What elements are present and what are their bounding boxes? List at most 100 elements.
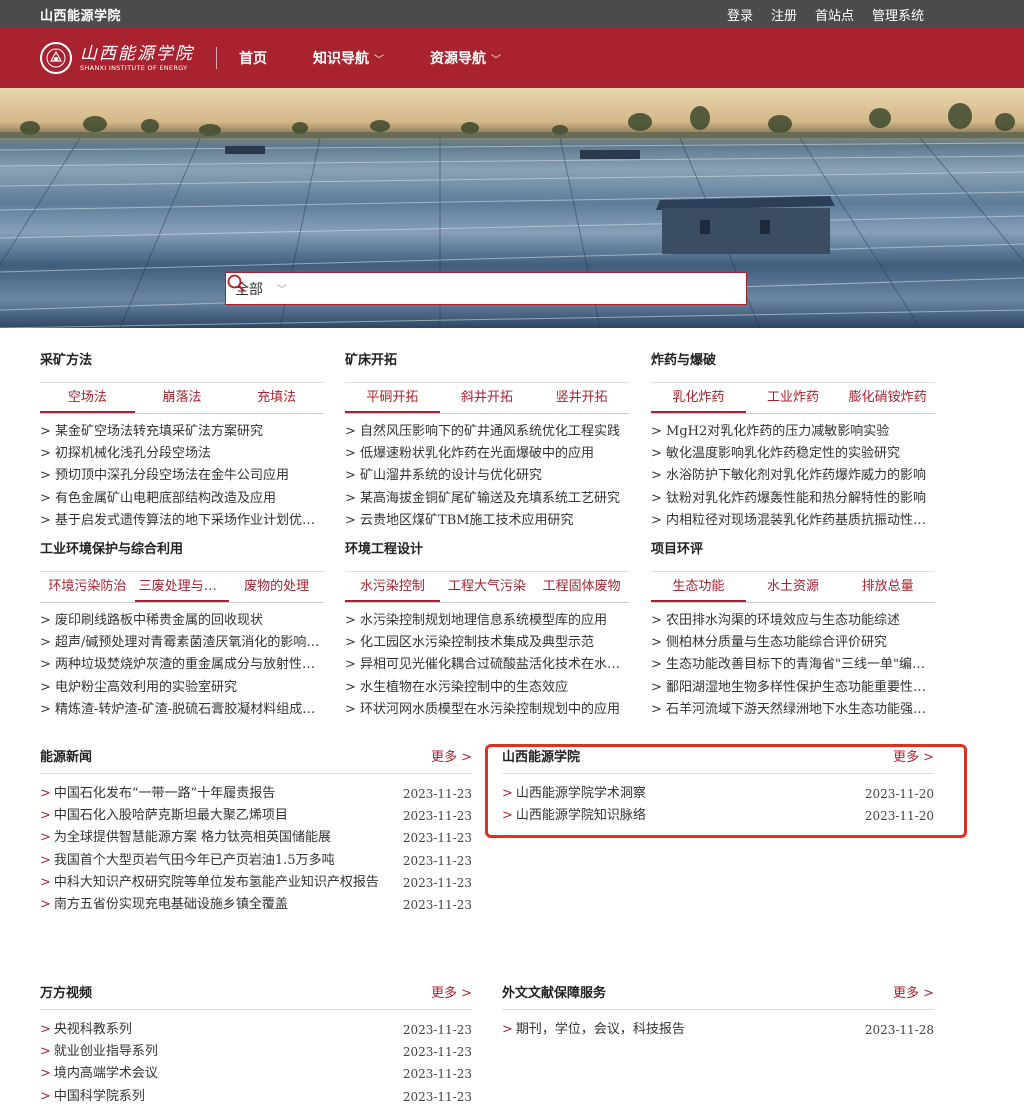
list-item[interactable]: > 精炼渣-转炉渣-矿渣-脱硫石膏胶凝材料组成设计研究 — [40, 699, 324, 721]
list-item[interactable]: > 生态功能改善目标下的青海省"三线一单"编制研究 — [651, 654, 935, 676]
more-link[interactable]: 更多 > — [893, 746, 934, 765]
news-row[interactable]: > 中科大知识产权研究院等单位发布氢能产业知识产权报告 2023-11-23 — [40, 872, 472, 894]
category-tab[interactable]: 崩落法 — [135, 383, 230, 413]
category-list: > 水污染控制规划地理信息系统模型库的应用 > 化工园区水污染控制技术集成及典型示… — [345, 610, 629, 721]
category-tab[interactable]: 水污染控制 — [345, 572, 440, 602]
logo-emblem-icon — [40, 42, 72, 74]
more-link[interactable]: 更多 > — [893, 982, 934, 1001]
nav-knowledge[interactable]: 知识导航 ﹀ — [313, 48, 384, 68]
chevron-right-icon: > — [502, 808, 513, 824]
list-item[interactable]: > 农田排水沟渠的环境效应与生态功能综述 — [651, 610, 935, 632]
category-tab[interactable]: 生态功能 — [651, 572, 746, 602]
news-date: 2023-11-23 — [402, 787, 472, 801]
search-icon[interactable] — [227, 273, 746, 305]
news-row[interactable]: > 南方五省份实现充电基础设施乡镇全覆盖 2023-11-23 — [40, 894, 472, 916]
list-item[interactable]: > 钛粉对乳化炸药爆轰性能和热分解特性的影响 — [651, 488, 935, 510]
news-title: 就业创业指导系列 — [53, 1044, 158, 1060]
list-item[interactable]: > 鄱阳湖湿地生物多样性保护生态功能重要性评价 — [651, 677, 935, 699]
category-tab[interactable]: 斜井开拓 — [440, 383, 535, 413]
news-title: 中国石化发布“一带一路”十年履责报告 — [53, 786, 276, 801]
category-block: 项目环评生态功能 水土资源 排放总量 > 农田排水沟渠的环境效应与生态功能综述 > 侧柏… — [651, 539, 935, 721]
news-title: 南方五省份实现充电基础设施乡镇全覆盖 — [53, 896, 288, 912]
list-item[interactable]: > 侧柏林分质量与生态功能综合评价研究 — [651, 632, 935, 654]
list-item[interactable]: > 某金矿空场法转充填采矿法方案研究 — [40, 421, 324, 443]
news-row[interactable]: > 为全球提供智慧能源方案 格力钛亮相英国储能展 2023-11-23 — [40, 827, 472, 849]
more-link[interactable]: 更多 > — [431, 982, 472, 1001]
list-item[interactable]: > 低爆速粉状乳化炸药在光面爆破中的应用 — [345, 443, 629, 465]
news-date: 2023-11-20 — [864, 787, 934, 801]
news-row[interactable]: > 期刊，学位，会议，科技报告 2023-11-28 — [502, 1019, 934, 1041]
list-item[interactable]: > 初探机械化浅孔分段空场法 — [40, 443, 324, 465]
news-row[interactable]: > 中国石化入股哈萨克斯坦最大聚乙烯项目 2023-11-23 — [40, 805, 472, 827]
search-input[interactable] — [296, 273, 714, 304]
category-tab[interactable]: 排放总量 — [840, 572, 935, 602]
list-item[interactable]: > 水生植物在水污染控制中的生态效应 — [345, 677, 629, 699]
register-link[interactable]: 注册 — [771, 5, 797, 24]
news-row[interactable]: > 山西能源学院学术洞察 2023-11-20 — [502, 783, 934, 805]
more-link[interactable]: 更多 > — [431, 746, 472, 765]
news-date: 2023-11-23 — [402, 1023, 472, 1037]
category-tab[interactable]: 环境污染防治 — [40, 572, 135, 602]
list-item[interactable]: > 石羊河流域下游天然绿洲地下水生态功能强弱研究 — [651, 699, 935, 721]
category-tab[interactable]: 工程大气污染 — [440, 572, 535, 602]
list-item[interactable]: > 预切顶中深孔分段空场法在金牛公司应用 — [40, 465, 324, 487]
list-item[interactable]: > 水污染控制规划地理信息系统模型库的应用 — [345, 610, 629, 632]
nav-home[interactable]: 首页 — [239, 48, 267, 68]
list-item[interactable]: > MgH2对乳化炸药的压力减敏影响实验 — [651, 421, 935, 443]
news-row[interactable]: > 中国石化发布“一带一路”十年履责报告 2023-11-23 — [40, 783, 472, 805]
list-item[interactable]: > 水浴防护下敏化剂对乳化炸药爆炸威力的影响 — [651, 465, 935, 487]
chevron-right-icon: > — [40, 1044, 51, 1060]
category-tab[interactable]: 充填法 — [229, 383, 324, 413]
list-item[interactable]: > 化工园区水污染控制技术集成及典型示范 — [345, 632, 629, 654]
list-item[interactable]: > 环状河网水质模型在水污染控制规划中的应用 — [345, 699, 629, 721]
admin-link[interactable]: 管理系统 — [872, 5, 924, 24]
logo[interactable]: 山西能源学院 SHANXI INSTITUTE OF ENERGY — [40, 42, 194, 74]
category-block: 炸药与爆破 乳化炸药 工业炸药 膨化硝铵炸药 > MgH2对乳化炸药的压力减敏影响实验 >… — [651, 350, 935, 532]
list-item[interactable]: > 两种垃圾焚烧炉灰渣的重金属成分与放射性研究 — [40, 654, 324, 676]
category-tab[interactable]: 乳化炸药 — [651, 383, 746, 413]
login-link[interactable]: 登录 — [727, 5, 753, 24]
category-tab[interactable]: 废物的处理 — [229, 572, 324, 602]
category-tabs: 环境污染防治 三废处理与利用 废物的处理 — [40, 572, 324, 603]
category-tabs: 平硐开拓 斜井开拓 竖井开拓 — [345, 383, 629, 414]
list-item[interactable]: > 云贵地区煤矿TBM施工技术应用研究 — [345, 510, 629, 532]
list-item[interactable]: > 基于启发式遗传算法的地下采场作业计划优化研究 — [40, 510, 324, 532]
category-tab[interactable]: 空场法 — [40, 383, 135, 413]
news-row[interactable]: > 就业创业指导系列 2023-11-23 — [40, 1041, 472, 1063]
top-bar: 山西能源学院 登录 注册 首站点 管理系统 — [0, 0, 1024, 28]
nav-resources[interactable]: 资源导航 ﹀ — [430, 48, 501, 68]
list-item[interactable]: > 异相可见光催化耦合过硫酸盐活化技术在水处理中的应用 — [345, 654, 629, 676]
site-name[interactable]: 山西能源学院 — [40, 5, 121, 24]
news-row[interactable]: > 中国科学院系列 2023-11-23 — [40, 1086, 472, 1108]
news-row[interactable]: > 境内高端学术会议 2023-11-23 — [40, 1063, 472, 1085]
news-row[interactable]: > 山西能源学院知识脉络 2023-11-20 — [502, 805, 934, 827]
home-site-link[interactable]: 首站点 — [815, 5, 854, 24]
news-title: 央视科教系列 — [53, 1022, 132, 1037]
list-item[interactable]: > 有色金属矿山电耙底部结构改造及应用 — [40, 488, 324, 510]
category-tab[interactable]: 工业炸药 — [746, 383, 841, 413]
chevron-right-icon: > — [40, 896, 51, 912]
category-tab[interactable]: 水土资源 — [746, 572, 841, 602]
news-date: 2023-11-23 — [402, 1089, 472, 1104]
list-item[interactable]: > 敏化温度影响乳化炸药稳定性的实验研究 — [651, 443, 935, 465]
list-item[interactable]: > 电炉粉尘高效利用的实验室研究 — [40, 677, 324, 699]
panel-title: 能源新闻 — [40, 750, 93, 765]
category-tab[interactable]: 三废处理与利用 — [134, 572, 230, 602]
category-tab[interactable]: 平硐开拓 — [345, 383, 440, 413]
list-item[interactable]: > 超声/碱预处理对青霉素菌渣厌氧消化的影响研究 — [40, 632, 324, 654]
category-tabs: 水污染控制 工程大气污染 工程固体废物 — [345, 572, 629, 603]
list-item[interactable]: > 矿山溜井系统的设计与优化研究 — [345, 465, 629, 487]
list-item[interactable]: > 自然风压影响下的矿井通风系统优化工程实践 — [345, 421, 629, 443]
list-item[interactable]: > 某高海拔金铜矿尾矿输送及充填系统工艺研究 — [345, 488, 629, 510]
news-row[interactable]: > 央视科教系列 2023-11-23 — [40, 1019, 472, 1041]
news-title: 中科大知识产权研究院等单位发布氢能产业知识产权报告 — [53, 874, 379, 890]
news-row[interactable]: > 我国首个大型页岩气田今年已产页岩油1.5万多吨 2023-11-23 — [40, 850, 472, 872]
category-tab[interactable]: 竖井开拓 — [534, 383, 629, 413]
nav-divider — [216, 47, 217, 69]
list-item[interactable]: > 废印刷线路板中稀贵金属的回收现状 — [40, 610, 324, 632]
category-title: 项目环评 — [651, 542, 704, 557]
category-tab[interactable]: 工程固体废物 — [534, 572, 629, 602]
list-item[interactable]: > 内相粒径对现场混装乳化炸药基质抗振动性能的影响 — [651, 510, 935, 532]
category-tab[interactable]: 膨化硝铵炸药 — [840, 383, 935, 413]
news-title: 中国科学院系列 — [53, 1088, 145, 1104]
